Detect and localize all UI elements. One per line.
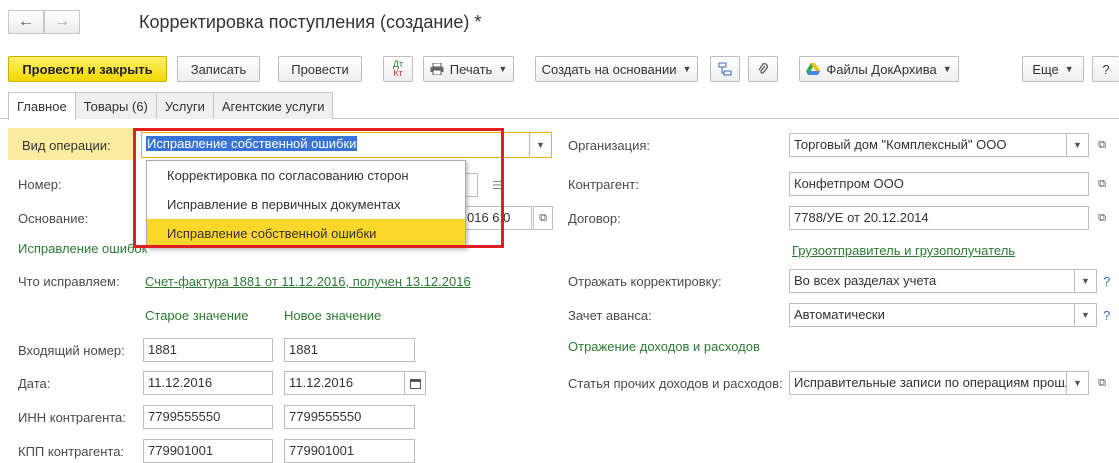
post-and-close-button[interactable]: Провести и закрыть [8, 56, 167, 82]
what-fix-link[interactable]: Счет-фактура 1881 от 11.12.2016, получен… [145, 274, 471, 289]
more-button[interactable]: Еще ▼ [1022, 56, 1084, 82]
advance-offset-label: Зачет аванса: [568, 308, 652, 323]
open-icon: ⧉ [1098, 211, 1106, 224]
new-incoming-number-field[interactable]: 1881 [284, 338, 415, 362]
page-title: Корректировка поступления (создание) * [139, 12, 482, 32]
open-icon: ⧉ [1098, 138, 1106, 151]
google-drive-icon [806, 63, 821, 75]
files-archive-button[interactable]: Файлы ДокАрхива ▼ [799, 56, 959, 82]
counterparty-field[interactable]: Конфетпром ООО [789, 172, 1089, 196]
counterparty-label: Контрагент: [568, 177, 639, 192]
old-date-field[interactable]: 11.12.2016 [143, 371, 273, 395]
tab-bar: Главное Товары (6) Услуги Агентские услу… [8, 92, 334, 120]
highlight-frame [133, 128, 504, 248]
chevron-down-icon: ▼ [682, 64, 692, 74]
old-inn-field[interactable]: 7799555550 [143, 405, 273, 429]
number-label: Номер: [18, 177, 62, 192]
organization-field[interactable]: Торговый дом "Комплексный" ООО [789, 133, 1067, 157]
hierarchy-icon [718, 62, 732, 76]
reflect-correction-label: Отражать корректировку: [568, 274, 722, 289]
new-inn-field[interactable]: 7799555550 [284, 405, 415, 429]
organization-dropdown-button[interactable]: ▼ [1067, 133, 1089, 157]
chevron-down-icon: ▼ [1081, 276, 1090, 286]
other-items-field[interactable]: Исправительные записи по операциям прошл [789, 371, 1067, 395]
row-label: ИНН контрагента: [18, 410, 126, 425]
advance-offset-field[interactable]: Автоматически [789, 303, 1075, 327]
contract-field[interactable]: 7788/УЕ от 20.12.2014 [789, 206, 1089, 230]
open-icon: ⧉ [539, 211, 547, 224]
row-label: Входящий номер: [18, 343, 125, 358]
chevron-down-icon: ▼ [1073, 140, 1082, 150]
dt-kt-button[interactable]: Дт Кт [383, 56, 413, 82]
row-label: Дата: [18, 376, 51, 391]
paperclip-icon [758, 63, 768, 74]
contract-label: Договор: [568, 211, 621, 226]
printer-icon [430, 63, 444, 75]
new-date-field[interactable]: 11.12.2016 [284, 371, 405, 395]
new-kpp-field[interactable]: 779901001 [284, 439, 415, 463]
other-items-dropdown-button[interactable]: ▼ [1067, 371, 1089, 395]
create-based-on-button[interactable]: Создать на основании ▼ [535, 56, 698, 82]
chevron-down-icon: ▼ [1081, 310, 1090, 320]
open-counterparty-button[interactable]: ⧉ [1092, 172, 1112, 196]
open-icon: ⧉ [1098, 177, 1106, 190]
save-button[interactable]: Записать [177, 56, 260, 82]
arrow-left-icon: ← [18, 13, 34, 30]
tab-agent-services[interactable]: Агентские услуги [212, 92, 334, 119]
basis-label: Основание: [18, 211, 89, 226]
forward-button[interactable]: → [44, 10, 80, 34]
reflect-correction-dropdown-button[interactable]: ▼ [1075, 269, 1097, 293]
what-fix-label: Что исправляем: [18, 274, 120, 289]
chevron-down-icon: ▼ [1064, 64, 1074, 74]
chevron-down-icon: ▼ [498, 64, 508, 74]
arrow-right-icon: → [54, 13, 70, 30]
structure-button[interactable] [710, 56, 740, 82]
calendar-button[interactable] [404, 371, 426, 395]
reflect-correction-field[interactable]: Во всех разделах учета [789, 269, 1075, 293]
correction-section-link[interactable]: Исправление ошибок [18, 241, 147, 256]
help-icon[interactable]: ? [1103, 274, 1110, 289]
tab-services[interactable]: Услуги [155, 92, 214, 119]
income-expense-heading: Отражение доходов и расходов [568, 339, 760, 354]
tab-main[interactable]: Главное [8, 92, 76, 120]
advance-offset-dropdown-button[interactable]: ▼ [1075, 303, 1097, 327]
open-contract-button[interactable]: ⧉ [1092, 206, 1112, 230]
old-kpp-field[interactable]: 779901001 [143, 439, 273, 463]
tab-goods[interactable]: Товары (6) [74, 92, 157, 119]
operation-type-label: Вид операции: [22, 138, 111, 153]
post-button[interactable]: Провести [278, 56, 362, 82]
row-label: КПП контрагента: [18, 444, 125, 459]
back-button[interactable]: ← [8, 10, 44, 34]
open-other-items-button[interactable]: ⧉ [1092, 371, 1112, 395]
organization-label: Организация: [568, 138, 651, 153]
print-button[interactable]: Печать ▼ [423, 56, 514, 82]
operation-type-dropdown-button[interactable]: ▼ [530, 132, 552, 158]
open-icon: ⧉ [1098, 376, 1106, 389]
help-icon: ? [1102, 61, 1110, 77]
new-value-header: Новое значение [284, 308, 382, 323]
chevron-down-icon: ▼ [942, 64, 952, 74]
attach-button[interactable] [748, 56, 778, 82]
shipper-consignee-link[interactable]: Грузоотправитель и грузополучатель [792, 243, 1015, 258]
chevron-down-icon: ▼ [1073, 378, 1082, 388]
calendar-icon [409, 378, 421, 389]
old-incoming-number-field[interactable]: 1881 [143, 338, 273, 362]
old-value-header: Старое значение [145, 308, 249, 323]
open-organization-button[interactable]: ⧉ [1092, 133, 1112, 157]
help-icon[interactable]: ? [1103, 308, 1110, 323]
other-items-label: Статья прочих доходов и расходов: [568, 376, 783, 391]
open-basis-button[interactable]: ⧉ [533, 206, 553, 230]
chevron-down-icon: ▼ [536, 140, 545, 150]
help-button[interactable]: ? [1092, 56, 1119, 82]
